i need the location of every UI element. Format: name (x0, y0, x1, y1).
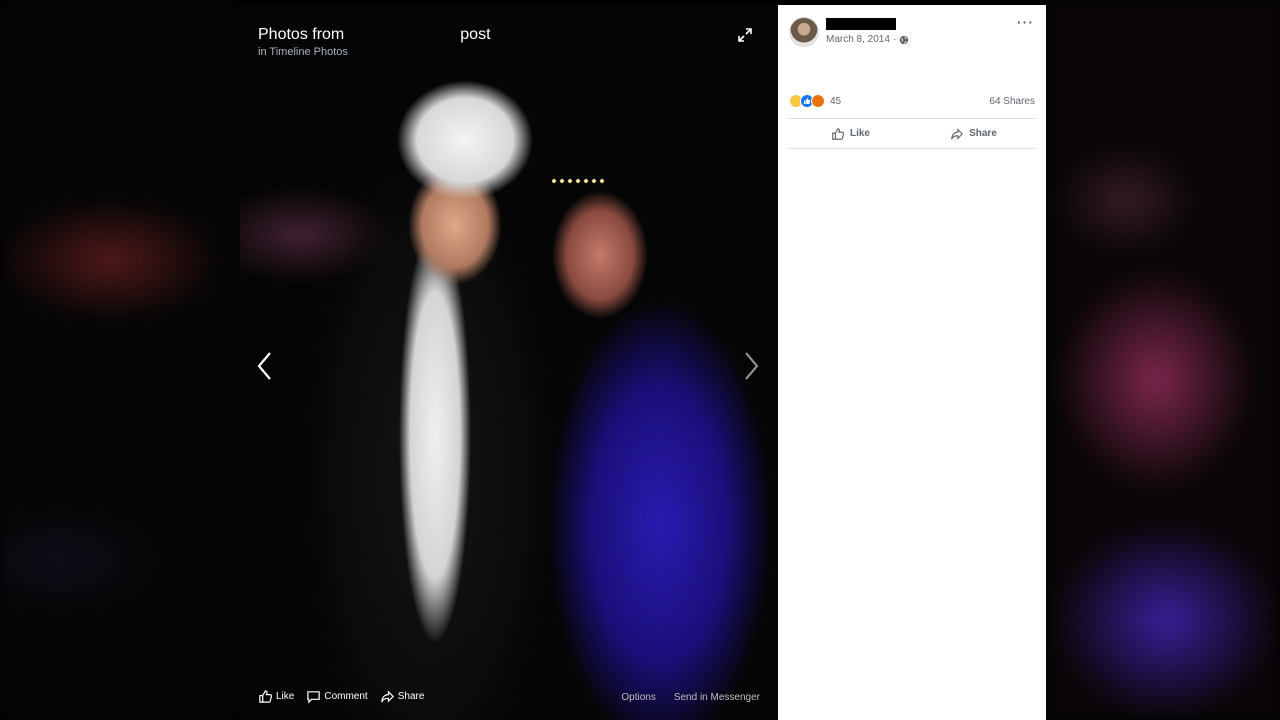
post-meta: March 8, 2014 · (826, 34, 909, 45)
post-panel: March 8, 2014 · ··· 45 64 Shares Like Sh… (778, 5, 1046, 720)
photo (240, 5, 778, 720)
post-header-text: March 8, 2014 · (826, 17, 909, 47)
viewer-share-button[interactable]: Share (380, 689, 425, 704)
options-link[interactable]: Options (621, 692, 655, 703)
meta-separator: · (892, 34, 897, 45)
chevron-right-icon[interactable] (740, 349, 762, 383)
thumbs-up-icon (259, 690, 272, 703)
share-label: Share (969, 128, 997, 139)
thumbs-up-icon (832, 127, 845, 140)
chevron-left-icon[interactable] (254, 349, 276, 383)
post-action-bar: Like Share (789, 118, 1035, 149)
album-line: in Timeline Photos (258, 46, 348, 58)
shares-count[interactable]: 64 Shares (989, 96, 1035, 107)
comment-icon (307, 691, 321, 704)
share-button[interactable]: Share (912, 119, 1035, 148)
avatar[interactable] (789, 17, 819, 47)
viewer-right-actions: Options Send in Messenger (621, 692, 760, 703)
share-icon (951, 127, 964, 140)
thumbs-up-mini-icon (804, 98, 811, 104)
title-suffix: post (460, 26, 491, 43)
title-prefix: Photos from (258, 26, 345, 43)
like-button[interactable]: Like (789, 119, 912, 148)
more-icon[interactable]: ··· (1017, 15, 1034, 29)
viewer-share-label: Share (397, 691, 425, 702)
post-header: March 8, 2014 · (789, 17, 909, 47)
viewer-actions: Like Comment Share (258, 689, 424, 704)
reactions-summary[interactable]: 45 (789, 94, 841, 108)
redacted-author-name (826, 18, 896, 30)
send-messenger-link[interactable]: Send in Messenger (674, 692, 760, 703)
blurred-backdrop-left (0, 0, 240, 720)
like-label: Like (849, 128, 870, 139)
background-lights (550, 177, 606, 189)
post-date[interactable]: March 8, 2014 (826, 34, 890, 45)
viewer-comment-button[interactable]: Comment (306, 689, 368, 704)
album-in: in (258, 46, 267, 58)
viewer-title: Photos from post (258, 25, 491, 44)
redacted-name (350, 25, 454, 39)
blurred-backdrop-right (1046, 0, 1280, 720)
viewer-like-label: Like (276, 691, 295, 702)
expand-icon[interactable] (737, 27, 753, 43)
globe-icon (899, 35, 909, 44)
share-icon (380, 690, 394, 703)
reactions-row: 45 64 Shares (789, 94, 1035, 108)
angry-reaction-icon (811, 94, 825, 108)
viewer-comment-label: Comment (324, 691, 368, 702)
reaction-count: 45 (830, 95, 842, 107)
photo-viewer: Photos from post in Timeline Photos Like… (240, 5, 778, 720)
viewer-like-button[interactable]: Like (258, 689, 294, 704)
album-link[interactable]: Timeline Photos (269, 46, 347, 58)
